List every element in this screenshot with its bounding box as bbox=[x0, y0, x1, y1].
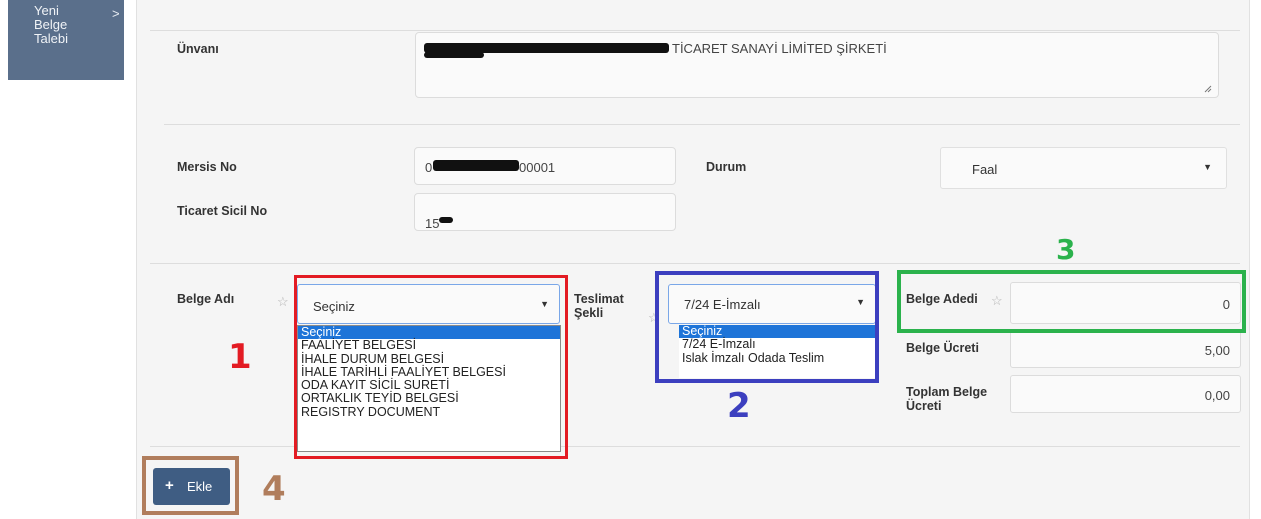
page-edge bbox=[1253, 0, 1261, 519]
durum-select[interactable]: Faal ▼ bbox=[940, 147, 1227, 189]
sicil-value: 15 bbox=[425, 216, 440, 231]
unvan-value: TİCARET SANAYİ LİMİTED ŞİRKETİ bbox=[672, 41, 887, 56]
divider bbox=[150, 263, 1240, 264]
ucret-value: 5,00 bbox=[1204, 343, 1230, 358]
annotation-box-3 bbox=[897, 270, 1246, 333]
sicil-label: Ticaret Sicil No bbox=[177, 204, 268, 218]
annotation-box-1 bbox=[294, 275, 568, 459]
redaction bbox=[439, 217, 453, 223]
durum-label: Durum bbox=[706, 160, 747, 174]
ucret-label: Belge Ücreti bbox=[906, 341, 979, 355]
mersis-value-end: 00001 bbox=[519, 160, 556, 175]
annotation-box-4 bbox=[142, 456, 239, 515]
sidebar-item-new-document-request[interactable]: Yeni Belge Talebi > bbox=[8, 0, 124, 80]
divider bbox=[164, 124, 1240, 125]
sidebar-item-label: Yeni Belge Talebi bbox=[34, 3, 68, 46]
mersis-input[interactable]: 0 00001 bbox=[414, 147, 676, 185]
unvan-label: Ünvanı bbox=[177, 42, 219, 56]
annotation-number-2: 2 bbox=[727, 386, 751, 426]
toplam-input: 0,00 bbox=[1010, 375, 1241, 413]
chevron-right-icon: > bbox=[112, 6, 120, 21]
durum-value: Faal bbox=[972, 162, 998, 177]
sicil-input[interactable]: 15 bbox=[414, 193, 676, 231]
toplam-label: Toplam Belge Ücreti bbox=[906, 385, 988, 413]
star-icon[interactable]: ☆ bbox=[277, 294, 289, 310]
unvan-textarea[interactable]: TİCARET SANAYİ LİMİTED ŞİRKETİ bbox=[415, 32, 1219, 98]
annotation-number-1: 1 bbox=[228, 337, 252, 377]
divider bbox=[150, 30, 1240, 31]
belge-adi-label: Belge Adı bbox=[177, 292, 235, 306]
annotation-number-3: 3 bbox=[1056, 233, 1076, 266]
toplam-value: 0,00 bbox=[1204, 388, 1230, 403]
mersis-value-start: 0 bbox=[425, 160, 433, 175]
chevron-down-icon: ▼ bbox=[1203, 162, 1212, 172]
ucret-input: 5,00 bbox=[1010, 330, 1241, 368]
annotation-number-4: 4 bbox=[262, 469, 286, 509]
annotation-box-2 bbox=[655, 271, 879, 383]
redaction bbox=[424, 52, 484, 58]
resize-handle-icon[interactable] bbox=[1204, 85, 1212, 93]
redaction bbox=[433, 160, 519, 171]
teslimat-label: Teslimat Şekli bbox=[574, 292, 624, 320]
mersis-label: Mersis No bbox=[177, 160, 237, 174]
